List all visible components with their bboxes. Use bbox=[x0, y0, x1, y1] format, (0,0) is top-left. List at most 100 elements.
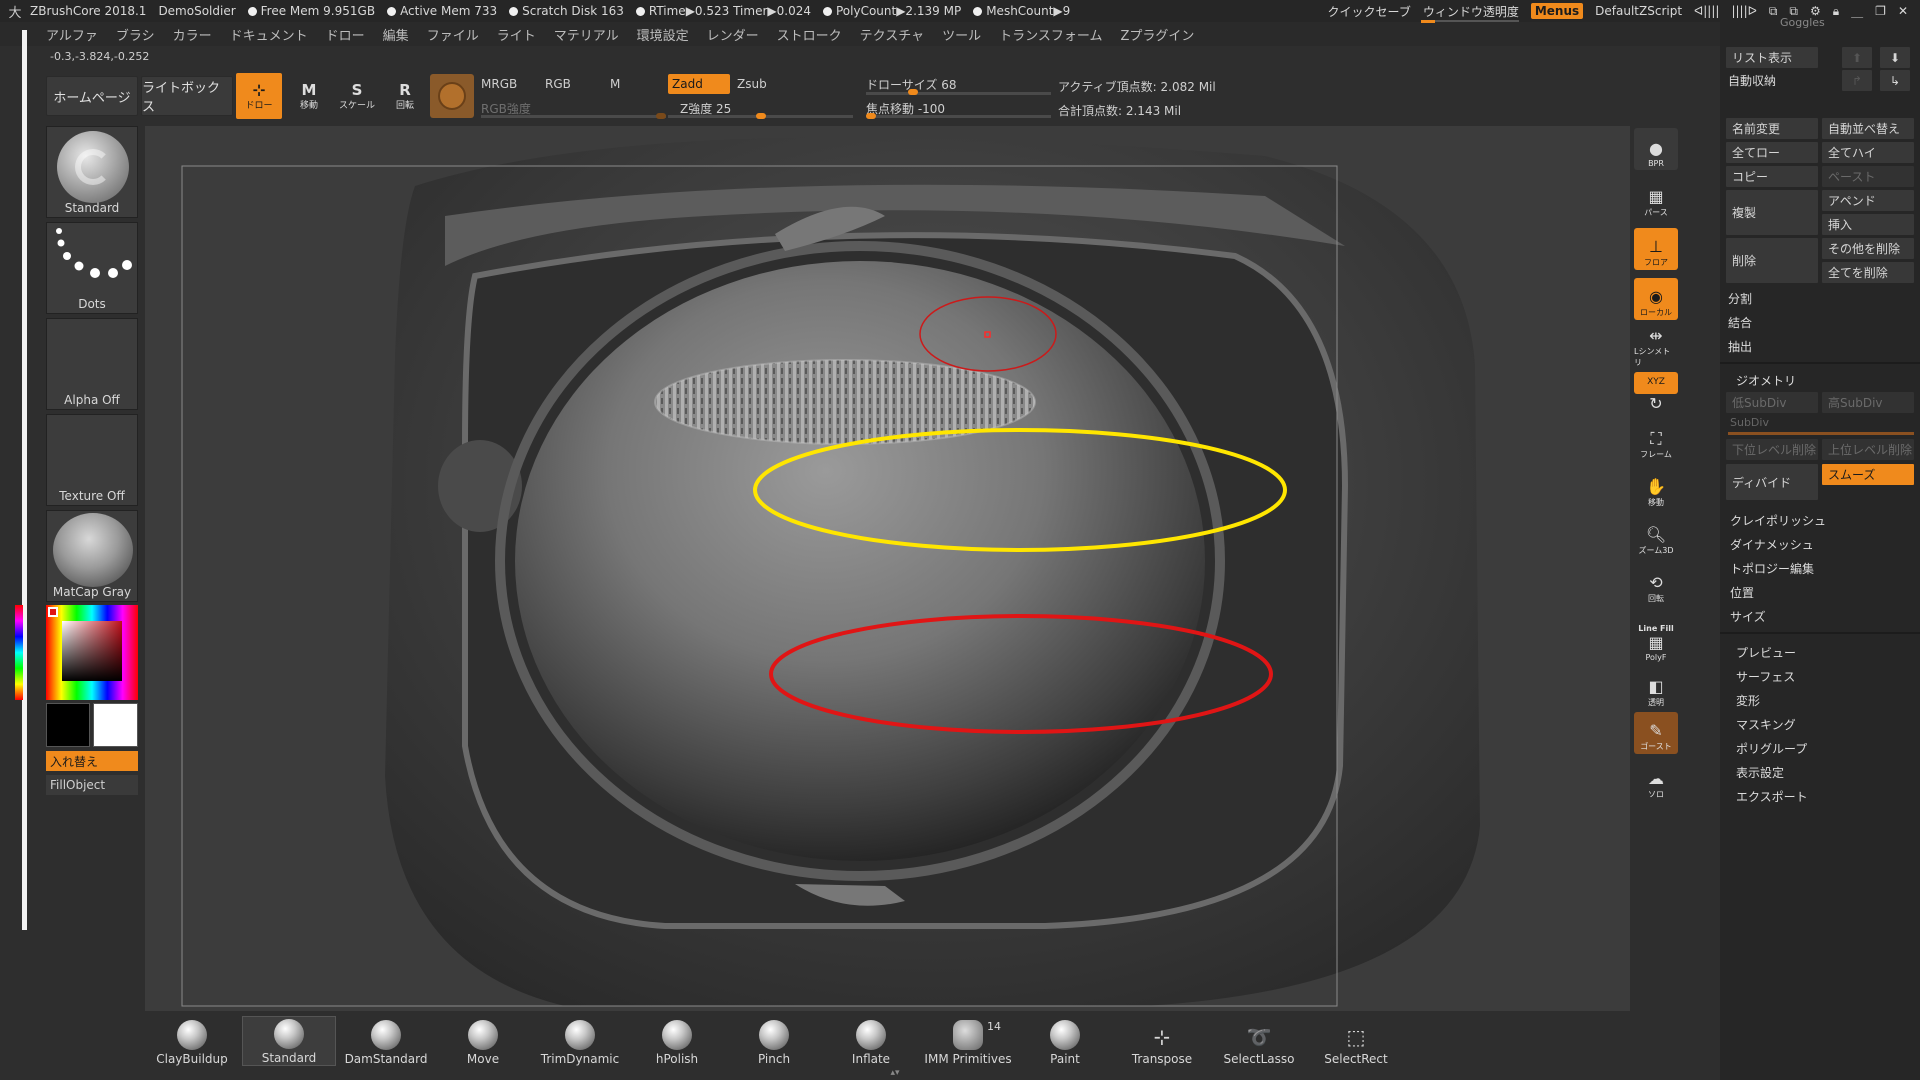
position-menu[interactable]: 位置 bbox=[1730, 584, 1754, 601]
canvas-viewport[interactable] bbox=[145, 126, 1630, 1011]
menu-edit[interactable]: 編集 bbox=[383, 25, 409, 44]
delete-lower-button[interactable]: 下位レベル削除 bbox=[1726, 439, 1818, 460]
zsub-toggle[interactable]: Zsub bbox=[737, 77, 767, 91]
zoom3d-button[interactable]: 🔍︎ ズーム3D bbox=[1634, 516, 1678, 558]
floor-button[interactable]: ⊥ フロア bbox=[1634, 228, 1678, 270]
material-selector[interactable]: MatCap Gray bbox=[46, 510, 138, 602]
menu-texture[interactable]: テクスチャ bbox=[860, 25, 924, 44]
delete-button[interactable]: 削除 bbox=[1726, 238, 1818, 283]
append-button[interactable]: アペンド bbox=[1822, 190, 1914, 211]
brush-claybuildup[interactable]: ClayBuildup bbox=[145, 1016, 239, 1066]
layout-toggle-2-icon[interactable]: ||||ᐅ bbox=[1731, 4, 1756, 18]
menu-draw[interactable]: ドロー bbox=[326, 25, 365, 44]
ghost-button[interactable]: ✎ ゴースト bbox=[1634, 712, 1678, 754]
menu-file[interactable]: ファイル bbox=[427, 25, 479, 44]
alpha-selector[interactable]: Alpha Off bbox=[46, 318, 138, 410]
helmet-model-render[interactable] bbox=[145, 126, 1630, 1011]
zadd-toggle[interactable]: Zadd bbox=[668, 74, 730, 94]
menu-material[interactable]: マテリアル bbox=[554, 25, 619, 44]
focal-shift-knob[interactable] bbox=[866, 113, 876, 119]
rgb-intensity-slider[interactable] bbox=[481, 115, 666, 118]
deformation-section[interactable]: 変形 bbox=[1736, 692, 1760, 709]
lightbox-button[interactable]: ライトボックス bbox=[141, 76, 233, 116]
menu-transform[interactable]: トランスフォーム bbox=[999, 25, 1102, 44]
export-section[interactable]: エクスポート bbox=[1736, 788, 1808, 805]
delete-other-button[interactable]: その他を削除 bbox=[1822, 238, 1914, 259]
arrow-down-icon[interactable]: ⬇ bbox=[1880, 47, 1910, 68]
close-icon[interactable]: ✕ bbox=[1898, 4, 1908, 18]
brush-trimdynamic[interactable]: TrimDynamic bbox=[533, 1016, 627, 1066]
menu-color[interactable]: カラー bbox=[173, 25, 212, 44]
brush-pinch[interactable]: Pinch bbox=[727, 1016, 821, 1066]
move-up-arrow-icon[interactable]: ↱ bbox=[1842, 70, 1872, 91]
color-sv-square[interactable] bbox=[62, 621, 122, 681]
restore-icon[interactable]: ❐ bbox=[1875, 4, 1886, 18]
window-icon[interactable]: ⧉ bbox=[1769, 4, 1778, 19]
menu-preferences[interactable]: 環境設定 bbox=[637, 25, 689, 44]
m-toggle[interactable]: M bbox=[610, 77, 620, 91]
frame-button[interactable]: ⛶ フレーム bbox=[1634, 420, 1678, 462]
perspective-button[interactable]: ▦ パース bbox=[1634, 178, 1678, 220]
local-button[interactable]: ◉ ローカル bbox=[1634, 278, 1678, 320]
stroke-selector[interactable]: Dots bbox=[46, 222, 138, 314]
menu-stroke[interactable]: ストローク bbox=[777, 25, 842, 44]
brush-imm-primitives[interactable]: IMM Primitives 14 bbox=[921, 1016, 1015, 1066]
masking-section[interactable]: マスキング bbox=[1736, 716, 1796, 733]
shelf-collapse-handle[interactable]: ▴▾ bbox=[820, 1069, 970, 1078]
brush-hpolish[interactable]: hPolish bbox=[630, 1016, 724, 1066]
split-menu[interactable]: 分割 bbox=[1728, 290, 1752, 307]
move-view-button[interactable]: ✋ 移動 bbox=[1634, 468, 1678, 510]
smooth-toggle[interactable]: スムーズ bbox=[1822, 464, 1914, 485]
preview-section[interactable]: プレビュー bbox=[1736, 644, 1796, 661]
draw-mode-button[interactable]: ⊹ ドロー bbox=[236, 73, 282, 119]
topology-menu[interactable]: トポロジー編集 bbox=[1730, 560, 1814, 577]
geometry-section-header[interactable]: ジオメトリ bbox=[1736, 372, 1796, 389]
display-section[interactable]: 表示設定 bbox=[1736, 764, 1784, 781]
main-color-swatch[interactable] bbox=[93, 703, 138, 747]
menu-alpha[interactable]: アルファ bbox=[46, 25, 98, 44]
xyz-rotate-button[interactable]: XYZ bbox=[1634, 372, 1678, 394]
auto-collapse-toggle[interactable]: 自動収納 bbox=[1728, 72, 1776, 89]
mrgb-toggle[interactable]: MRGB bbox=[481, 77, 517, 91]
brush-selector[interactable]: Standard bbox=[46, 126, 138, 218]
list-view-button[interactable]: リスト表示 bbox=[1726, 47, 1818, 68]
divide-button[interactable]: ディバイド bbox=[1726, 464, 1818, 500]
z-intensity-knob[interactable] bbox=[756, 113, 766, 119]
default-zscript-button[interactable]: DefaultZScript bbox=[1595, 4, 1682, 18]
dynamesh-menu[interactable]: ダイナメッシュ bbox=[1730, 536, 1814, 553]
move-mode-button[interactable]: M 移動 bbox=[286, 73, 332, 119]
all-low-button[interactable]: 全てロー bbox=[1726, 142, 1818, 163]
focal-shift-slider[interactable] bbox=[866, 115, 1051, 118]
arrow-up-icon[interactable]: ⬆ bbox=[1842, 47, 1872, 68]
menu-render[interactable]: レンダー bbox=[707, 25, 759, 44]
size-menu[interactable]: サイズ bbox=[1730, 608, 1766, 625]
transparency-button[interactable]: ◧ 透明 bbox=[1634, 668, 1678, 710]
rename-button[interactable]: 名前変更 bbox=[1726, 118, 1818, 139]
draw-size-knob[interactable] bbox=[908, 89, 918, 95]
duplicate-button[interactable]: 複製 bbox=[1726, 190, 1818, 235]
rotate-view-button[interactable]: ⟲ 回転 bbox=[1634, 564, 1678, 606]
linefill-polyf-button[interactable]: Line Fill ▦ PolyF bbox=[1634, 612, 1678, 664]
brush-transpose[interactable]: ⊹ Transpose bbox=[1115, 1016, 1209, 1066]
menu-tool[interactable]: ツール bbox=[942, 25, 981, 44]
menu-light[interactable]: ライト bbox=[497, 25, 536, 44]
brush-paint[interactable]: Paint bbox=[1018, 1016, 1112, 1066]
delete-higher-button[interactable]: 上位レベル削除 bbox=[1822, 439, 1914, 460]
menu-zplugin[interactable]: Zプラグイン bbox=[1121, 25, 1195, 44]
subdiv-level-slider[interactable] bbox=[1728, 432, 1914, 435]
scale-mode-button[interactable]: S スケール bbox=[334, 73, 380, 119]
lock-icon[interactable]: 🔒︎ bbox=[1833, 4, 1839, 19]
surface-section[interactable]: サーフェス bbox=[1736, 668, 1795, 685]
secondary-color-swatch[interactable] bbox=[46, 703, 90, 747]
menu-document[interactable]: ドキュメント bbox=[230, 25, 308, 44]
local-symmetry-button[interactable]: ⇹ Lシンメトリ bbox=[1634, 326, 1678, 370]
home-page-button[interactable]: ホームページ bbox=[46, 76, 138, 116]
brush-move[interactable]: Move bbox=[436, 1016, 530, 1066]
draw-size-slider[interactable] bbox=[866, 92, 1051, 95]
bpr-render-button[interactable]: ● BPR bbox=[1634, 128, 1678, 170]
brush-damstandard[interactable]: DamStandard bbox=[339, 1016, 433, 1066]
delete-all-button[interactable]: 全てを削除 bbox=[1822, 262, 1914, 283]
quicksave-button[interactable]: クイックセーブ bbox=[1328, 3, 1411, 20]
menus-toggle-button[interactable]: Menus bbox=[1530, 3, 1584, 19]
all-high-button[interactable]: 全てハイ bbox=[1822, 142, 1914, 163]
